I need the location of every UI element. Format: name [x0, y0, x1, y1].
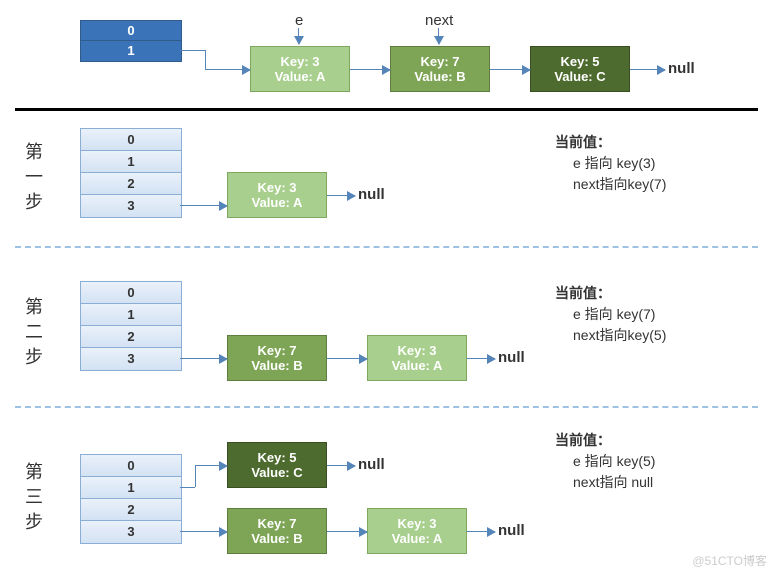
slot: 1 — [81, 41, 181, 61]
desc-line: next指向key(7) — [555, 174, 755, 195]
arrow-icon — [327, 465, 355, 466]
hash-table: 0 1 2 3 — [80, 128, 182, 218]
arrow-down-next — [438, 28, 439, 44]
node-val: Value: A — [252, 195, 303, 210]
desc-line: next指向key(5) — [555, 325, 755, 346]
arrow-piece — [180, 487, 195, 488]
arrow-icon — [327, 531, 367, 532]
node-val: Value: B — [251, 531, 302, 546]
node-val: Value: A — [392, 531, 443, 546]
slot: 1 — [81, 151, 181, 173]
state-description: 当前值： e 指向 key(7) next指向key(5) — [555, 283, 755, 346]
divider-dashed — [15, 406, 758, 408]
desc-line: e 指向 key(3) — [555, 153, 755, 174]
desc-line: next指向 null — [555, 472, 755, 493]
hash-table: 0 1 2 3 — [80, 454, 182, 544]
arrow-icon — [195, 465, 227, 466]
slot: 3 — [81, 348, 181, 370]
node-val: Value: C — [251, 465, 302, 480]
node-key: Key: 3 — [397, 516, 436, 531]
slot: 0 — [81, 282, 181, 304]
null-text: null — [668, 60, 695, 77]
slot: 3 — [81, 521, 181, 543]
node-c: Key: 5 Value: C — [227, 442, 327, 488]
node-a: Key: 3 Value: A — [250, 46, 350, 92]
node-key: Key: 7 — [257, 516, 296, 531]
node-val: Value: A — [392, 358, 443, 373]
node-key: Key: 3 — [280, 54, 319, 69]
arrow-icon — [180, 205, 227, 206]
node-val: Value: A — [275, 69, 326, 84]
node-b: Key: 7 Value: B — [227, 508, 327, 554]
arrow-icon — [180, 358, 227, 359]
node-key: Key: 5 — [560, 54, 599, 69]
node-a: Key: 3 Value: A — [367, 508, 467, 554]
slot: 0 — [81, 455, 181, 477]
node-key: Key: 3 — [257, 180, 296, 195]
slot: 2 — [81, 326, 181, 348]
arrow-icon — [327, 358, 367, 359]
arrow-piece — [180, 50, 205, 51]
desc-line: e 指向 key(7) — [555, 304, 755, 325]
arrow-icon — [490, 69, 530, 70]
hash-table-top: 0 1 — [80, 20, 182, 62]
arrow-piece — [205, 50, 206, 69]
desc-title: 当前值： — [555, 430, 755, 451]
divider-dashed — [15, 246, 758, 248]
arrow-piece — [195, 465, 196, 487]
node-key: Key: 7 — [420, 54, 459, 69]
arrow-icon — [630, 69, 665, 70]
arrow-icon — [205, 69, 250, 70]
step-title: 第 三 步 — [25, 460, 43, 536]
slot: 2 — [81, 173, 181, 195]
state-description: 当前值： e 指向 key(3) next指向key(7) — [555, 132, 755, 195]
arrow-icon — [350, 69, 390, 70]
node-val: Value: C — [554, 69, 605, 84]
node-val: Value: B — [414, 69, 465, 84]
watermark: @51CTO博客 — [692, 552, 767, 569]
desc-title: 当前值： — [555, 283, 755, 304]
arrow-icon — [467, 358, 495, 359]
null-text: null — [358, 186, 385, 203]
step-title: 第 一 步 — [25, 140, 43, 216]
node-a: Key: 3 Value: A — [227, 172, 327, 218]
arrow-icon — [467, 531, 495, 532]
slot: 1 — [81, 477, 181, 499]
arrow-icon — [180, 531, 227, 532]
desc-title: 当前值： — [555, 132, 755, 153]
slot: 0 — [81, 21, 181, 41]
divider-solid — [15, 108, 758, 111]
arrow-icon — [327, 195, 355, 196]
arrow-down-e — [298, 28, 299, 44]
hash-table: 0 1 2 3 — [80, 281, 182, 371]
slot: 1 — [81, 304, 181, 326]
step-title: 第 二 步 — [25, 295, 43, 371]
slot: 3 — [81, 195, 181, 217]
null-text: null — [498, 349, 525, 366]
node-b: Key: 7 Value: B — [227, 335, 327, 381]
slot: 2 — [81, 499, 181, 521]
node-key: Key: 3 — [397, 343, 436, 358]
pointer-label-next: next — [425, 12, 453, 29]
null-text: null — [498, 522, 525, 539]
state-description: 当前值： e 指向 key(5) next指向 null — [555, 430, 755, 493]
slot: 0 — [81, 129, 181, 151]
node-c: Key: 5 Value: C — [530, 46, 630, 92]
node-key: Key: 7 — [257, 343, 296, 358]
node-b: Key: 7 Value: B — [390, 46, 490, 92]
node-val: Value: B — [251, 358, 302, 373]
null-text: null — [358, 456, 385, 473]
node-key: Key: 5 — [257, 450, 296, 465]
node-a: Key: 3 Value: A — [367, 335, 467, 381]
desc-line: e 指向 key(5) — [555, 451, 755, 472]
pointer-label-e: e — [295, 12, 303, 29]
